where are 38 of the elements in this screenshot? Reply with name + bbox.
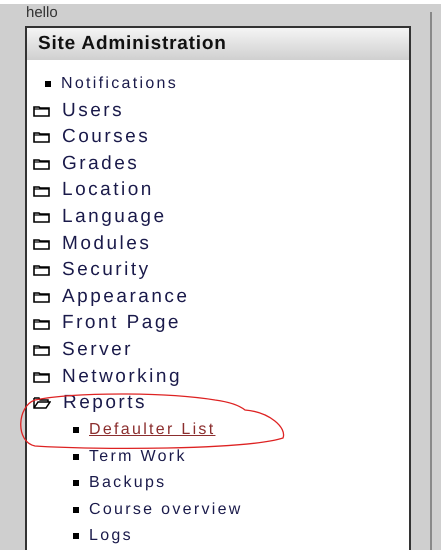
menu-link[interactable]: Notifications bbox=[61, 72, 178, 96]
bullet-icon bbox=[73, 454, 79, 460]
menu-link[interactable]: Networking bbox=[62, 362, 182, 392]
menu-link[interactable]: Modules bbox=[62, 230, 152, 258]
bullet-icon bbox=[73, 506, 79, 513]
bullet-icon bbox=[73, 480, 79, 486]
folder-icon bbox=[33, 264, 50, 276]
menu-link[interactable]: Reports bbox=[63, 389, 148, 418]
folder-icon bbox=[33, 344, 50, 356]
menu-link[interactable]: Location bbox=[62, 176, 154, 205]
folder-icon bbox=[33, 370, 50, 383]
folder-icon bbox=[33, 184, 50, 197]
menu-link[interactable]: Logs bbox=[89, 524, 133, 548]
open-folder-icon bbox=[33, 397, 51, 410]
folder-icon bbox=[33, 291, 50, 304]
menu-link[interactable]: Language bbox=[62, 203, 167, 232]
menu-link[interactable]: Users bbox=[62, 96, 124, 126]
folder-icon bbox=[33, 104, 50, 117]
menu-link[interactable]: Course overview bbox=[89, 498, 243, 522]
menu-link[interactable]: Front Page bbox=[62, 309, 181, 338]
menu-link[interactable]: Security bbox=[62, 256, 151, 285]
folder-icon bbox=[33, 158, 50, 170]
menu-link[interactable]: Backups bbox=[89, 471, 166, 496]
menu-link[interactable]: Courses bbox=[62, 123, 150, 152]
menu-link[interactable]: Grades bbox=[62, 150, 140, 178]
folder-icon bbox=[33, 318, 50, 330]
folder-icon bbox=[33, 211, 50, 224]
block-header: Site Administration bbox=[27, 28, 409, 60]
menu-link[interactable]: Server bbox=[62, 336, 133, 364]
menu-link[interactable]: Defaulter List bbox=[89, 418, 216, 442]
bullet-icon bbox=[45, 81, 51, 88]
greeting-text: hello bbox=[26, 4, 59, 22]
folder-icon bbox=[33, 131, 50, 144]
bullet-icon bbox=[73, 533, 79, 540]
bullet-icon bbox=[73, 427, 79, 434]
menu-link[interactable]: Term Work bbox=[89, 444, 187, 469]
folder-icon bbox=[33, 238, 50, 250]
menu-link[interactable]: Appearance bbox=[62, 282, 190, 312]
